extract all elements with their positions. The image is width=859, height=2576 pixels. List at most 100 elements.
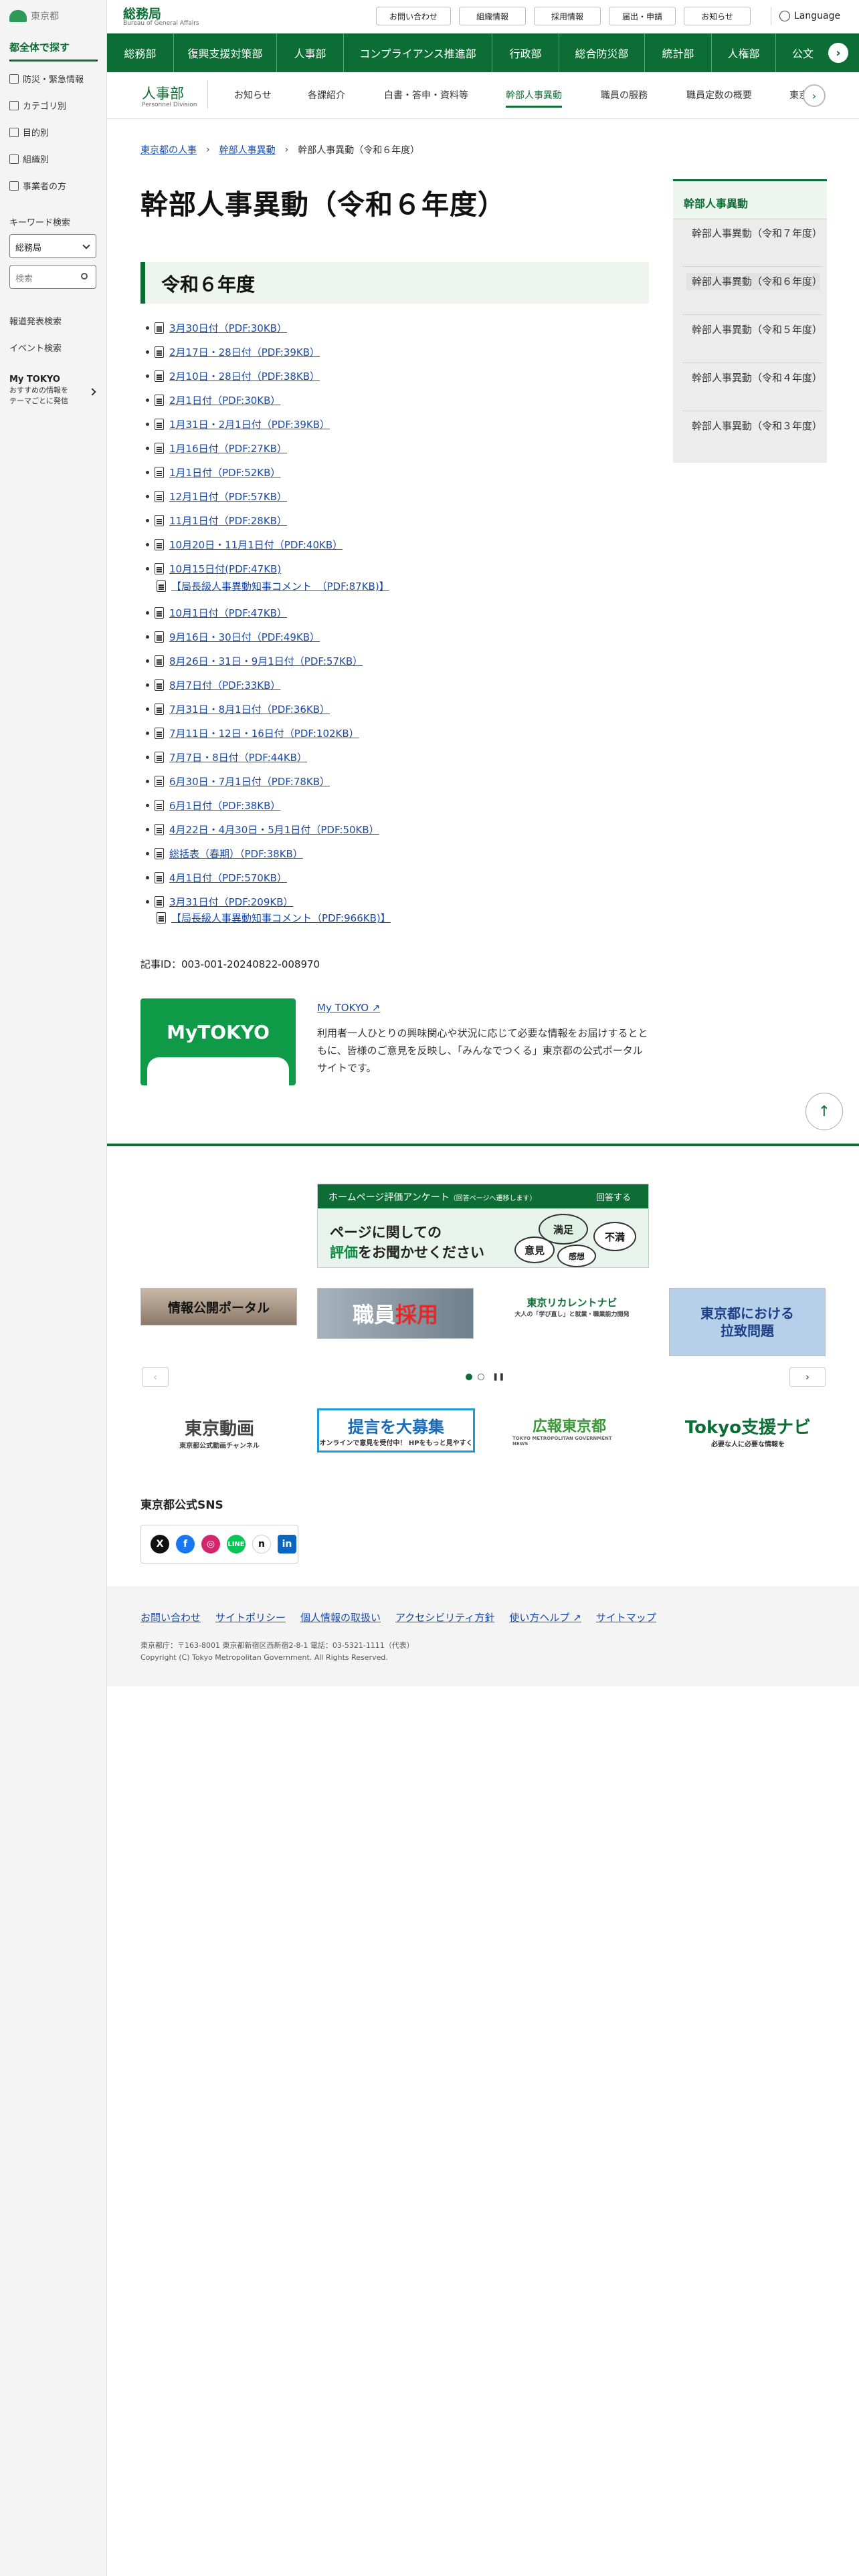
gnav-next-button[interactable]: › [828, 43, 848, 63]
right-nav-item-r4[interactable]: 幹部人事異動（令和４年度） [686, 369, 822, 387]
bureau-select[interactable]: 総務局 [9, 234, 96, 258]
right-nav-item-r7[interactable]: 幹部人事異動（令和７年度） [686, 225, 822, 242]
pdf-link[interactable]: 3月30日付（PDF:30KB） [169, 321, 287, 335]
survey-banner[interactable]: ホームページ評価アンケート（回答ページへ遷移します） 回答する ページに関しての … [317, 1184, 649, 1268]
pdf-link[interactable]: 7月7日・8日付（PDF:44KB） [169, 750, 307, 764]
subnav-whitepapers[interactable]: 白書・答申・資料等 [384, 88, 468, 102]
pdf-link[interactable]: 7月11日・12日・16日付（PDF:102KB） [169, 726, 359, 740]
gnav-compliance[interactable]: コンプライアンス推進部 [344, 33, 492, 72]
press-search-link[interactable]: 報道発表検索 [9, 314, 62, 327]
back-to-top-button[interactable]: ↑ [805, 1093, 843, 1130]
division-title[interactable]: 人事部 [142, 83, 184, 103]
pdf-link[interactable]: 4月22日・4月30日・5月1日付（PDF:50KB） [169, 823, 379, 837]
mytokyo-sidebar-link[interactable]: My TOKYO おすすめの情報を テーマごとに発信 [9, 374, 98, 406]
sidebar-link-organization[interactable]: 組織別 [9, 152, 103, 165]
right-nav-item-r5[interactable]: 幹部人事異動（令和５年度） [686, 321, 822, 338]
mytokyo-image[interactable]: MyTOKYO [140, 998, 296, 1085]
gnav-disaster[interactable]: 総合防災部 [559, 33, 645, 72]
right-nav-item-r3[interactable]: 幹部人事異動（令和３年度） [686, 417, 822, 435]
banner-koho-tokyo[interactable]: 広報東京都 TOKYO METROPOLITAN GOVERNMENT NEWS [512, 1415, 626, 1446]
sidebar-link-business[interactable]: 事業者の方 [9, 179, 103, 192]
language-button[interactable]: Language [771, 7, 840, 25]
pdf-link[interactable]: 6月30日・7月1日付（PDF:78KB） [169, 774, 330, 788]
breadcrumb-link[interactable]: 幹部人事異動 [219, 143, 276, 156]
footer-link-help[interactable]: 使い方ヘルプ ↗ [509, 1610, 581, 1624]
footer-link-sitemap[interactable]: サイトマップ [596, 1610, 656, 1624]
banner-tokyo-video[interactable]: 東京動画 東京都公式動画チャンネル [159, 1411, 280, 1454]
footer-link-accessibility[interactable]: アクセシビリティ方針 [395, 1610, 494, 1624]
pdf-link[interactable]: 7月31日・8月1日付（PDF:36KB） [169, 702, 330, 716]
right-nav-title[interactable]: 幹部人事異動 [673, 179, 827, 219]
carousel-dot[interactable] [478, 1374, 484, 1380]
mytokyo-link[interactable]: My TOKYO ↗ [317, 1002, 380, 1014]
pdf-link[interactable]: 8月26日・31日・9月1日付（PDF:57KB） [169, 654, 363, 668]
subnav-executive-transfers[interactable]: 幹部人事異動 [506, 88, 562, 108]
pdf-link[interactable]: 10月15日付(PDF:47KB) [169, 562, 281, 576]
banner-proposals[interactable]: 提言を大募集 オンラインで意見を受付中！ HPをもっと見やすく [317, 1408, 475, 1453]
pdf-link[interactable]: 8月7日付（PDF:33KB） [169, 678, 280, 692]
carousel-next-button[interactable]: › [789, 1367, 826, 1387]
pdf-link[interactable]: 【局長級人事異動知事コメント （PDF:87KB)】 [171, 579, 389, 593]
pdf-link[interactable]: 3月31日付（PDF:209KB） [169, 895, 294, 909]
banner-recurrent-navi[interactable]: 東京リカレントナビ 大人の「学び直し」と就業・職業能力開発 [494, 1288, 650, 1325]
subnav-next-button[interactable]: › [803, 84, 826, 107]
subnav-staffing[interactable]: 職員定数の概要 [686, 88, 752, 102]
tokyo-logo[interactable]: 東京都 [9, 9, 59, 23]
pdf-link[interactable]: 2月10日・28日付（PDF:38KB） [169, 369, 320, 383]
footer-link-contact[interactable]: お問い合わせ [140, 1610, 201, 1624]
gnav-recovery[interactable]: 復興支援対策部 [174, 33, 277, 72]
pdf-link[interactable]: 10月1日付（PDF:47KB） [169, 606, 287, 620]
pdf-link[interactable]: 1月16日付（PDF:27KB） [169, 441, 287, 455]
right-nav-item-r6[interactable]: 幹部人事異動（令和６年度） [686, 273, 822, 290]
carousel-prev-button[interactable]: ‹ [142, 1367, 169, 1387]
pdf-link[interactable]: 11月1日付（PDF:28KB） [169, 514, 287, 528]
pdf-link[interactable]: 6月1日付（PDF:38KB） [169, 798, 280, 813]
banner-abduction[interactable]: 東京都における 拉致問題 [669, 1288, 826, 1356]
facebook-icon[interactable]: f [176, 1535, 195, 1553]
search-input[interactable]: 検索 [9, 265, 96, 289]
sidebar-link-category[interactable]: カテゴリ別 [9, 99, 103, 112]
gnav-statistics[interactable]: 統計部 [645, 33, 712, 72]
pdf-link[interactable]: 4月1日付（PDF:570KB） [169, 871, 287, 885]
event-search-link[interactable]: イベント検索 [9, 341, 62, 354]
gnav-human-rights[interactable]: 人権部 [712, 33, 776, 72]
search-icon[interactable] [81, 273, 88, 280]
application-button[interactable]: 届出・申請 [609, 7, 676, 25]
footer-link-policy[interactable]: サイトポリシー [215, 1610, 286, 1624]
sidebar-link-disaster[interactable]: 防災・緊急情報 [9, 72, 103, 85]
notice-button[interactable]: お知らせ [684, 7, 751, 25]
gnav-administration[interactable]: 行政部 [492, 33, 559, 72]
pdf-link[interactable]: 10月20日・11月1日付（PDF:40KB） [169, 538, 343, 552]
pause-icon[interactable]: ❚❚ [492, 1372, 504, 1381]
banner-info-disclosure[interactable]: 情報公開ポータル [140, 1288, 297, 1325]
note-icon[interactable]: n [252, 1535, 271, 1553]
instagram-icon[interactable]: ◎ [201, 1535, 220, 1553]
pdf-link[interactable]: 2月17日・28日付（PDF:39KB） [169, 345, 320, 359]
pdf-link[interactable]: 9月16日・30日付（PDF:49KB） [169, 630, 320, 644]
sidebar-link-purpose[interactable]: 目的別 [9, 126, 103, 138]
banner-support-navi[interactable]: Tokyo支援ナビ 必要な人に必要な情報を [676, 1411, 820, 1451]
x-icon[interactable]: X [151, 1535, 169, 1553]
pdf-link[interactable]: 1月31日・2月1日付（PDF:39KB） [169, 417, 330, 431]
gnav-general[interactable]: 総務部 [107, 33, 174, 72]
carousel-dot-active[interactable] [466, 1374, 472, 1380]
contact-button[interactable]: お問い合わせ [376, 7, 451, 25]
footer-link-privacy[interactable]: 個人情報の取扱い [300, 1610, 381, 1624]
gnav-public[interactable]: 公文 [776, 33, 830, 72]
pdf-link[interactable]: 【局長級人事異動知事コメント（PDF:966KB)】 [171, 911, 391, 925]
subnav-service[interactable]: 職員の服務 [601, 88, 648, 102]
pdf-link[interactable]: 12月1日付（PDF:57KB） [169, 490, 287, 504]
breadcrumb-link[interactable]: 東京都の人事 [140, 143, 197, 156]
bureau-title[interactable]: 総務局 [123, 4, 161, 22]
linkedin-icon[interactable]: in [278, 1535, 296, 1553]
gnav-personnel[interactable]: 人事部 [277, 33, 344, 72]
pdf-link[interactable]: 2月1日付（PDF:30KB） [169, 393, 280, 407]
line-icon[interactable]: LINE [227, 1535, 246, 1553]
organization-button[interactable]: 組織情報 [459, 7, 526, 25]
subnav-sections[interactable]: 各課紹介 [308, 88, 345, 102]
recruit-button[interactable]: 採用情報 [534, 7, 601, 25]
subnav-news[interactable]: お知らせ [234, 88, 272, 102]
banner-recruitment[interactable]: 職員 採用 [317, 1288, 474, 1339]
pdf-link[interactable]: 1月1日付（PDF:52KB） [169, 465, 280, 479]
pdf-link[interactable]: 総括表（春期）（PDF:38KB） [169, 847, 303, 861]
